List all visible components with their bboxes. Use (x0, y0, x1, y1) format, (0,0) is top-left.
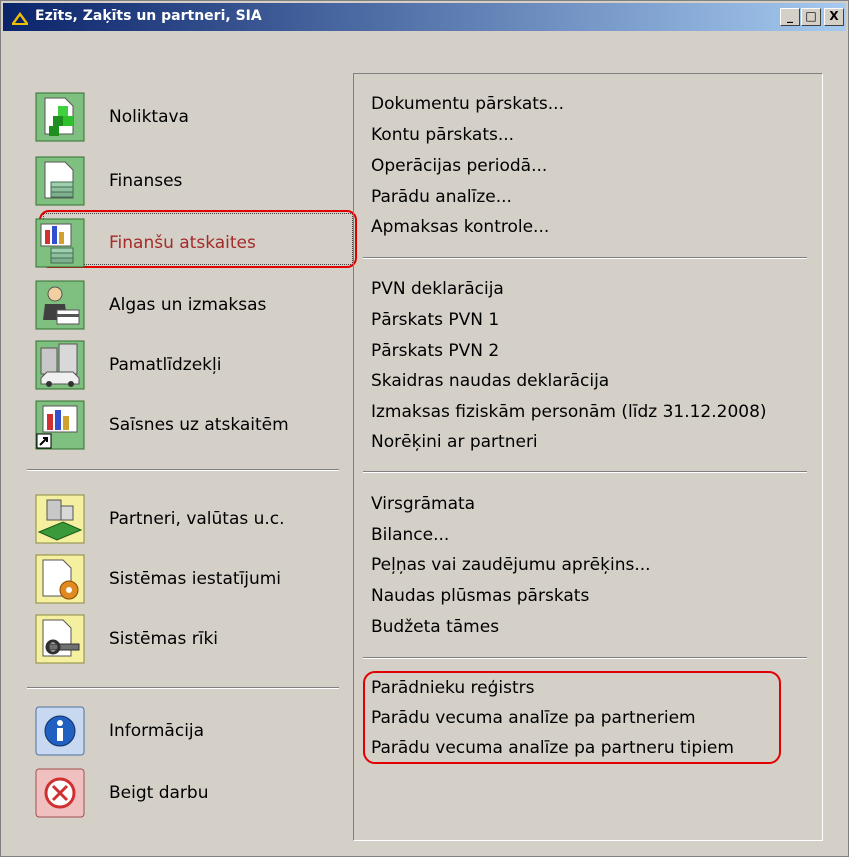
menu-item-dokumentu-parskats[interactable]: Dokumentu pārskats... (371, 93, 564, 115)
menu-item-virsgramata[interactable]: Virsgrāmata (371, 493, 475, 515)
menu-item-apmaksas-kontrole[interactable]: Apmaksas kontrole... (371, 216, 549, 238)
menu-item-pelnas[interactable]: Peļņas vai zaudējumu aprēķins... (371, 554, 651, 576)
menu-item-parskats-pvn-1[interactable]: Pārskats PVN 1 (371, 309, 499, 331)
menu-item-parskats-pvn-2[interactable]: Pārskats PVN 2 (371, 340, 499, 362)
finance-reports-icon (35, 218, 85, 268)
nav-separator (27, 687, 339, 689)
nav-label: Sistēmas rīki (109, 629, 219, 649)
app-window: Ezīts, Zaķīts un partneri, SIA _ □ X Nol… (0, 0, 849, 857)
finance-icon (35, 156, 85, 206)
info-icon (35, 706, 85, 756)
menu-item-bilance[interactable]: Bilance... (371, 524, 449, 546)
fixed-assets-icon (35, 340, 85, 390)
settings-icon (35, 554, 85, 604)
nav-item-pamatlidzekli[interactable]: Pamatlīdzekļi (35, 337, 335, 393)
menu-item-budzeta-tames[interactable]: Budžeta tāmes (371, 616, 499, 638)
menu-separator (363, 471, 807, 473)
nav-item-partneri[interactable]: Partneri, valūtas u.c. (35, 491, 335, 547)
menu-item-pvn-deklaracija[interactable]: PVN deklarācija (371, 278, 504, 300)
nav-item-iestatijumi[interactable]: Sistēmas iestatījumi (35, 551, 335, 607)
nav-item-algas[interactable]: Algas un izmaksas (35, 277, 335, 333)
nav-label: Saīsnes uz atskaitēm (109, 415, 289, 435)
maximize-button[interactable]: □ (801, 8, 821, 26)
menu-item-operacijas-perioda[interactable]: Operācijas periodā... (371, 155, 547, 177)
menu-item-paradnieku-registrs[interactable]: Parādnieku reģistrs (371, 677, 535, 699)
menu-item-paradu-analize[interactable]: Parādu analīze... (371, 186, 512, 208)
nav-label: Noliktava (109, 107, 189, 127)
menu-item-norekini[interactable]: Norēķini ar partneri (371, 431, 538, 453)
menu-item-skaidras-naudas[interactable]: Skaidras naudas deklarācija (371, 370, 609, 392)
nav-label: Partneri, valūtas u.c. (109, 509, 285, 529)
warehouse-icon (35, 92, 85, 142)
nav-label: Informācija (109, 721, 205, 741)
nav-label: Beigt darbu (109, 783, 209, 803)
nav-item-finanses[interactable]: Finanses (35, 153, 335, 209)
menu-item-paradu-vecuma-tipiem[interactable]: Parādu vecuma analīze pa partneru tipiem (371, 737, 734, 759)
salary-icon (35, 280, 85, 330)
nav-item-saisnes[interactable]: Saīsnes uz atskaitēm (35, 397, 335, 453)
nav-item-noliktava[interactable]: Noliktava (35, 89, 335, 145)
nav-label: Finanšu atskaites (109, 233, 256, 253)
close-button[interactable]: X (824, 8, 844, 26)
partners-icon (35, 494, 85, 544)
nav-label: Sistēmas iestatījumi (109, 569, 282, 589)
report-shortcuts-icon (35, 400, 85, 450)
menu-item-kontu-parskats[interactable]: Kontu pārskats... (371, 124, 514, 146)
nav-separator (27, 469, 339, 471)
menu-item-naudas-plusmas[interactable]: Naudas plūsmas pārskats (371, 585, 589, 607)
window-title: Ezīts, Zaķīts un partneri, SIA (35, 8, 262, 24)
app-logo-icon (12, 12, 28, 25)
tools-icon (35, 614, 85, 664)
nav-label: Pamatlīdzekļi (109, 355, 222, 375)
menu-item-paradu-vecuma-partneriem[interactable]: Parādu vecuma analīze pa partneriem (371, 707, 696, 729)
nav-item-finansu-atskaites[interactable]: Finanšu atskaites (35, 215, 335, 271)
menu-separator (363, 657, 807, 659)
nav-item-riki[interactable]: Sistēmas rīki (35, 611, 335, 667)
exit-icon (35, 768, 85, 818)
title-bar[interactable]: Ezīts, Zaķīts un partneri, SIA _ □ X (3, 3, 846, 31)
menu-item-izmaksas-fiziskam[interactable]: Izmaksas fiziskām personām (līdz 31.12.2… (371, 401, 767, 423)
menu-separator (363, 257, 807, 259)
nav-item-informacija[interactable]: Informācija (35, 703, 335, 759)
nav-label: Algas un izmaksas (109, 295, 267, 315)
nav-item-beigt-darbu[interactable]: Beigt darbu (35, 765, 335, 821)
minimize-button[interactable]: _ (780, 8, 800, 26)
nav-label: Finanses (109, 171, 183, 191)
